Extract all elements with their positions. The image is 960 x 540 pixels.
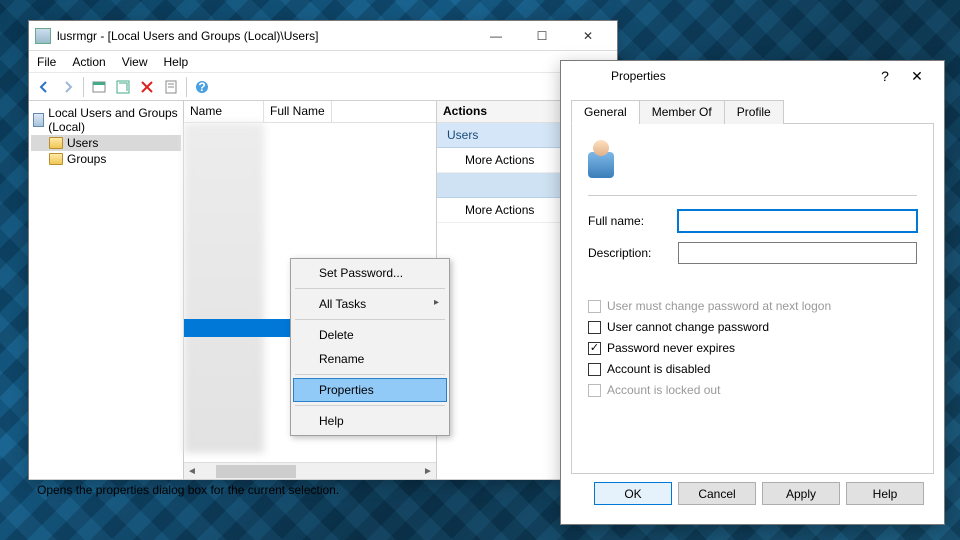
properties-dialog: Properties ? ✕ General Member Of Profile… bbox=[560, 60, 945, 525]
tree-groups[interactable]: Groups bbox=[31, 151, 181, 167]
list-header: Name Full Name bbox=[184, 101, 436, 123]
chk-must-change-row: User must change password at next logon bbox=[588, 299, 917, 313]
chk-disabled-label: Account is disabled bbox=[607, 362, 710, 376]
tabs: General Member Of Profile bbox=[571, 99, 934, 124]
ok-button[interactable]: OK bbox=[594, 482, 672, 505]
chk-never-expires-row[interactable]: Password never expires bbox=[588, 341, 917, 355]
close-button[interactable]: ✕ bbox=[900, 68, 934, 85]
tree-root[interactable]: Local Users and Groups (Local) bbox=[31, 105, 181, 135]
tree-groups-label: Groups bbox=[67, 152, 106, 166]
properties-title: Properties bbox=[611, 69, 870, 83]
menubar: File Action View Help bbox=[29, 51, 617, 73]
chk-must-change-label: User must change password at next logon bbox=[607, 299, 831, 313]
chk-disabled-row[interactable]: Account is disabled bbox=[588, 362, 917, 376]
fullname-input[interactable] bbox=[678, 210, 917, 232]
checkbox-icon[interactable] bbox=[588, 342, 601, 355]
context-menu: Set Password... All Tasks Delete Rename … bbox=[290, 258, 450, 436]
mgr-icon bbox=[33, 113, 44, 127]
menu-file[interactable]: File bbox=[29, 55, 64, 69]
cm-set-password[interactable]: Set Password... bbox=[293, 261, 447, 285]
help-button[interactable]: Help bbox=[846, 482, 924, 505]
menu-help[interactable]: Help bbox=[156, 55, 197, 69]
menu-view[interactable]: View bbox=[114, 55, 156, 69]
maximize-button[interactable]: ☐ bbox=[519, 21, 565, 50]
tree-panel: Local Users and Groups (Local) Users Gro… bbox=[29, 101, 184, 479]
checkbox-icon[interactable] bbox=[588, 321, 601, 334]
main-titlebar[interactable]: lusrmgr - [Local Users and Groups (Local… bbox=[29, 21, 617, 51]
cm-properties[interactable]: Properties bbox=[293, 378, 447, 402]
tab-content-general: Full name: Description: User must change… bbox=[571, 124, 934, 474]
scroll-left-icon[interactable]: ◄ bbox=[184, 463, 200, 479]
apply-button[interactable]: Apply bbox=[762, 482, 840, 505]
back-button[interactable] bbox=[33, 76, 55, 98]
chk-never-expires-label: Password never expires bbox=[607, 341, 735, 355]
fullname-label: Full name: bbox=[588, 214, 678, 228]
delete-button[interactable] bbox=[136, 76, 158, 98]
list-blurred-content bbox=[184, 123, 264, 453]
minimize-button[interactable]: ― bbox=[473, 21, 519, 50]
description-label: Description: bbox=[588, 246, 678, 260]
description-input[interactable] bbox=[678, 242, 917, 264]
action-button[interactable] bbox=[88, 76, 110, 98]
scroll-thumb[interactable] bbox=[216, 465, 296, 478]
checkbox-icon[interactable] bbox=[588, 363, 601, 376]
user-icon bbox=[588, 138, 628, 178]
cm-all-tasks[interactable]: All Tasks bbox=[293, 292, 447, 316]
cm-rename[interactable]: Rename bbox=[293, 347, 447, 371]
properties-button[interactable] bbox=[160, 76, 182, 98]
folder-icon bbox=[49, 137, 63, 149]
help-button[interactable]: ? bbox=[870, 68, 900, 84]
toolbar: ? bbox=[29, 73, 617, 101]
tree-root-label: Local Users and Groups (Local) bbox=[48, 106, 179, 134]
statusbar: Opens the properties dialog box for the … bbox=[29, 479, 617, 501]
scroll-right-icon[interactable]: ► bbox=[420, 463, 436, 479]
tree-users[interactable]: Users bbox=[31, 135, 181, 151]
col-fullname[interactable]: Full Name bbox=[264, 101, 332, 122]
window-title: lusrmgr - [Local Users and Groups (Local… bbox=[57, 29, 473, 43]
folder-icon bbox=[49, 153, 63, 165]
refresh-button[interactable] bbox=[112, 76, 134, 98]
help-button[interactable]: ? bbox=[191, 76, 213, 98]
checkbox-icon bbox=[588, 384, 601, 397]
chk-locked-row: Account is locked out bbox=[588, 383, 917, 397]
tab-general[interactable]: General bbox=[571, 100, 640, 124]
menu-action[interactable]: Action bbox=[64, 55, 113, 69]
cm-delete[interactable]: Delete bbox=[293, 323, 447, 347]
cm-help[interactable]: Help bbox=[293, 409, 447, 433]
app-icon bbox=[35, 28, 51, 44]
tab-profile[interactable]: Profile bbox=[724, 100, 784, 124]
chk-locked-label: Account is locked out bbox=[607, 383, 720, 397]
close-button[interactable]: ✕ bbox=[565, 21, 611, 50]
cancel-button[interactable]: Cancel bbox=[678, 482, 756, 505]
horizontal-scrollbar[interactable]: ◄ ► bbox=[184, 462, 436, 479]
dialog-buttons: OK Cancel Apply Help bbox=[571, 474, 934, 505]
tree-users-label: Users bbox=[67, 136, 98, 150]
chk-cannot-change-row[interactable]: User cannot change password bbox=[588, 320, 917, 334]
svg-text:?: ? bbox=[198, 80, 205, 94]
checkbox-icon bbox=[588, 300, 601, 313]
tab-member-of[interactable]: Member Of bbox=[639, 100, 725, 124]
chk-cannot-change-label: User cannot change password bbox=[607, 320, 769, 334]
forward-button[interactable] bbox=[57, 76, 79, 98]
col-name[interactable]: Name bbox=[184, 101, 264, 122]
properties-titlebar[interactable]: Properties ? ✕ bbox=[561, 61, 944, 91]
